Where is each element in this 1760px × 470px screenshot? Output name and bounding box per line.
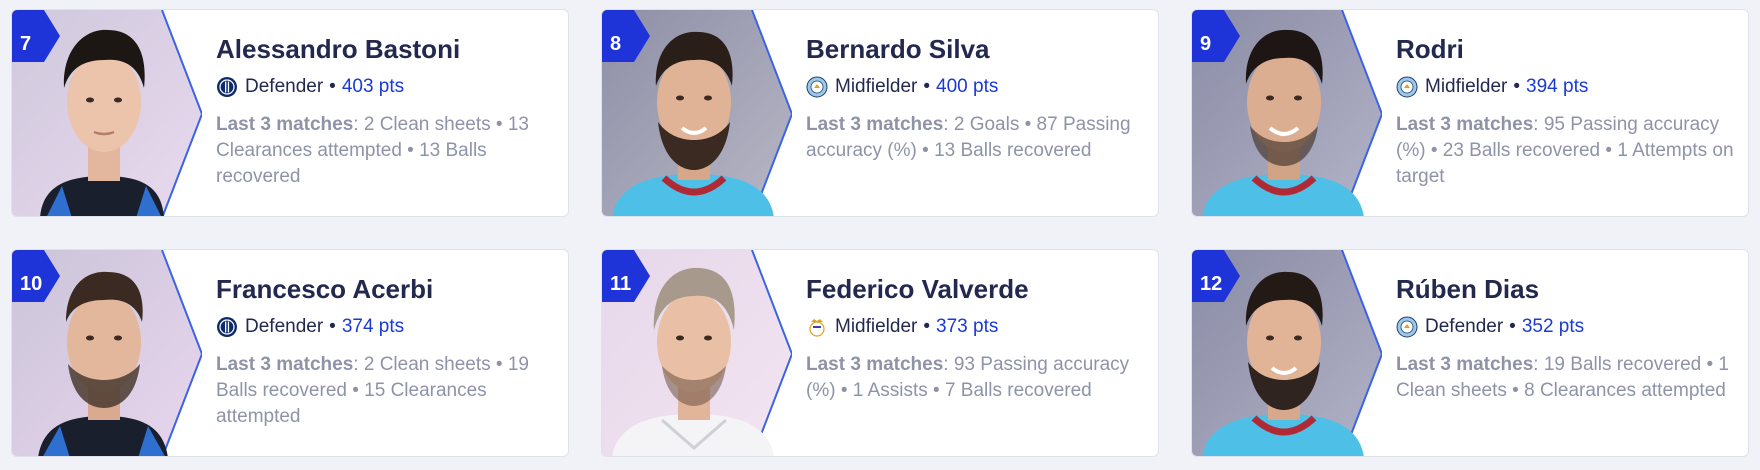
player-position: Midfielder xyxy=(835,316,918,337)
player-position: Defender xyxy=(245,316,324,337)
player-position: Defender xyxy=(245,76,324,97)
inter-crest-icon xyxy=(217,317,237,337)
player-name[interactable]: Rodri xyxy=(1396,34,1734,64)
man-city-crest-icon xyxy=(1396,316,1418,338)
rank-number: 7 xyxy=(20,33,32,55)
last-matches-stats: Last 3 matches: 2 Clean sheets • 19 Ball… xyxy=(216,354,529,427)
player-name[interactable]: Rúben Dias xyxy=(1396,274,1734,304)
player-card[interactable]: 12 Rúben Dias Defender • 352 pts Last 3 … xyxy=(1191,249,1749,457)
separator-dot: • xyxy=(1509,316,1516,337)
stats-label: Last 3 matches xyxy=(216,114,354,135)
player-position: Defender xyxy=(1425,316,1504,337)
stats-label: Last 3 matches xyxy=(806,354,944,375)
rank-badge: 9 xyxy=(1192,10,1240,66)
separator-dot: • xyxy=(923,76,931,97)
player-name[interactable]: Bernardo Silva xyxy=(806,34,1144,64)
player-card[interactable]: 10 Francesco Acerbi Defender • 374 pts L… xyxy=(11,249,569,457)
player-position: Midfielder xyxy=(835,76,918,97)
rank-number: 11 xyxy=(610,273,632,295)
stats-label: Last 3 matches xyxy=(216,354,354,375)
player-points: 374 pts xyxy=(341,316,405,337)
man-city-crest-icon xyxy=(806,76,828,98)
player-name[interactable]: Federico Valverde xyxy=(806,274,1144,304)
separator-dot: • xyxy=(923,316,931,337)
player-points: 373 pts xyxy=(936,316,999,337)
rank-number: 8 xyxy=(610,33,622,55)
player-card[interactable]: 8 Bernardo Silva Midfielder • 400 pts La… xyxy=(601,9,1159,217)
separator-dot: • xyxy=(329,76,336,97)
last-matches-stats: Last 3 matches: 2 Clean sheets • 13 Clea… xyxy=(216,114,529,187)
last-matches-stats: Last 3 matches: 19 Balls recovered • 1 C… xyxy=(1396,354,1729,401)
rank-number: 9 xyxy=(1200,33,1212,55)
player-name[interactable]: Francesco Acerbi xyxy=(216,274,554,304)
player-card[interactable]: 9 Rodri Midfielder • 394 pts Last 3 matc… xyxy=(1191,9,1749,217)
separator-dot: • xyxy=(329,316,336,337)
player-name[interactable]: Alessandro Bastoni xyxy=(216,34,554,64)
inter-crest-icon xyxy=(217,77,237,97)
player-points: 403 pts xyxy=(341,76,405,97)
player-position: Midfielder xyxy=(1425,76,1508,97)
player-points: 394 pts xyxy=(1526,76,1589,97)
last-matches-stats: Last 3 matches: 93 Passing accuracy (%) … xyxy=(806,354,1130,401)
rank-badge: 11 xyxy=(602,250,650,306)
rank-badge: 8 xyxy=(602,10,650,66)
player-card[interactable]: 7 Alessandro Bastoni Defender • 403 pts … xyxy=(11,9,569,217)
real-madrid-crest-icon xyxy=(809,319,825,337)
rank-number: 12 xyxy=(1200,273,1223,295)
separator-dot: • xyxy=(1513,76,1521,97)
player-points: 352 pts xyxy=(1521,316,1585,337)
rank-badge: 10 xyxy=(12,250,60,306)
player-points: 400 pts xyxy=(936,76,999,97)
stats-label: Last 3 matches xyxy=(1396,354,1534,375)
rank-badge: 12 xyxy=(1192,250,1240,306)
stats-label: Last 3 matches xyxy=(1396,114,1534,135)
last-matches-stats: Last 3 matches: 2 Goals • 87 Passing acc… xyxy=(806,114,1131,161)
rank-badge: 7 xyxy=(12,10,60,66)
player-ranking-grid: 7 Alessandro Bastoni Defender • 403 pts … xyxy=(0,0,1760,470)
rank-number: 10 xyxy=(20,273,43,295)
man-city-crest-icon xyxy=(1396,76,1418,98)
player-card[interactable]: 11 Federico Valverde Midfielder • 373 pt… xyxy=(601,249,1159,457)
stats-label: Last 3 matches xyxy=(806,114,944,135)
last-matches-stats: Last 3 matches: 95 Passing accuracy (%) … xyxy=(1396,114,1734,187)
